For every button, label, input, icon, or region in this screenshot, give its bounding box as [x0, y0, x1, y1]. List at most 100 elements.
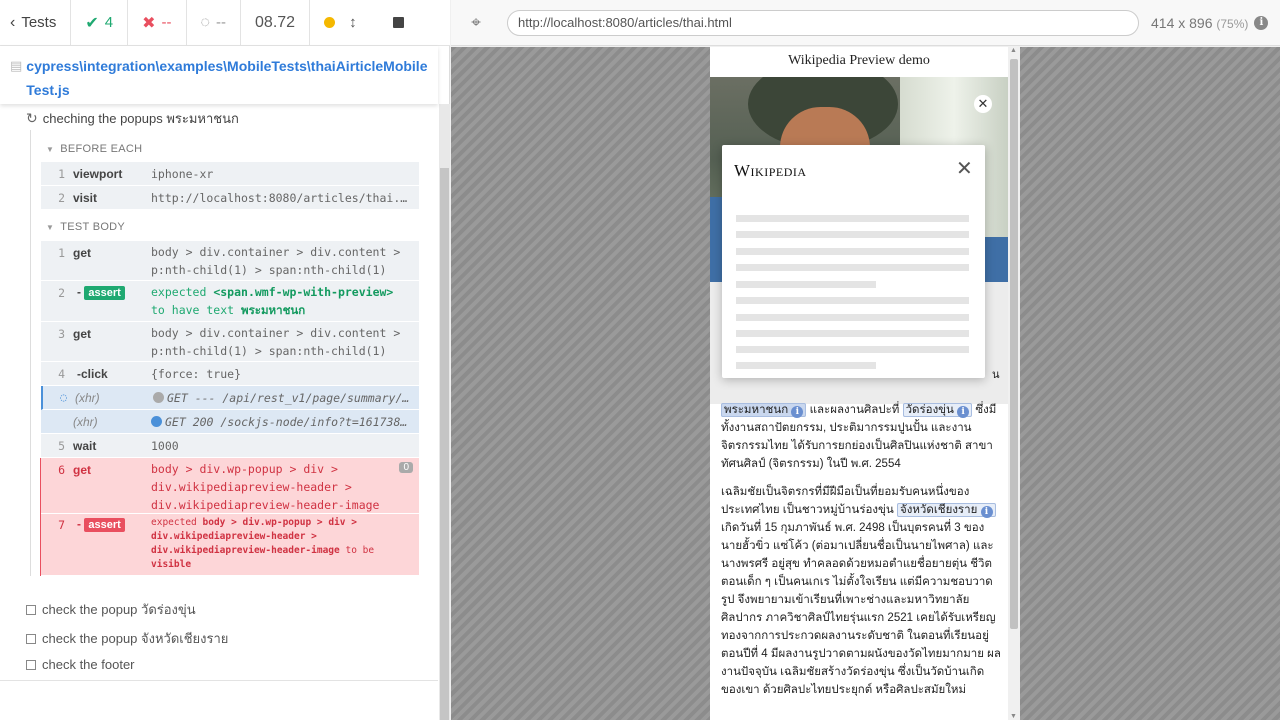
tests-back-button[interactable]: ‹ Tests [0, 0, 72, 45]
article-paragraph: พระมหาชนก i และผลงานศิลปะที่ วัดร่องขุ่น… [721, 401, 1001, 473]
refresh-icon: ↻ [26, 110, 38, 126]
command-message: expected <span.wmf-wp-with-preview> to h… [151, 283, 411, 319]
running-test-title[interactable]: ↻ cheching the popups พระมหาชนก [26, 108, 239, 129]
auto-scroll-icon[interactable]: ↕ [349, 14, 357, 31]
command-message: expected body > div.wp-popup > div > div… [151, 516, 411, 572]
command-name: - assert [77, 285, 125, 300]
pending-test-item[interactable]: check the popup จังหวัดเชียงราย [26, 628, 228, 649]
command-number: 1 [58, 167, 65, 181]
command-row[interactable]: 1 viewport iphone-xr [41, 162, 419, 186]
command-name: get [73, 246, 91, 260]
aut-scrollbar[interactable]: ▲ ▼ [1008, 47, 1020, 720]
pending-test-label: check the popup วัดร่องขุ่น [42, 602, 196, 617]
passed-value: 4 [104, 14, 114, 31]
photo-close-icon[interactable]: ✕ [974, 95, 992, 113]
assert-badge: assert [84, 286, 125, 300]
url-bar[interactable]: http://localhost:8080/articles/thai.html [507, 9, 1139, 36]
command-name: -click [77, 367, 108, 381]
duration-value: 08.72 [255, 13, 296, 31]
chevron-left-icon: ‹ [10, 13, 16, 31]
before-each-label: BEFORE EACH [60, 143, 143, 155]
command-row[interactable]: 2 visit http://localhost:8080/articles/t… [41, 186, 419, 210]
pending-test-item[interactable]: check the popup วัดร่องขุ่น [26, 599, 196, 620]
failed-count[interactable]: ✖ -- [128, 0, 187, 45]
wikipedia-preview-popup[interactable]: Wikipedia ✕ [722, 145, 985, 378]
command-message: body > div.container > div.content > p:n… [151, 326, 401, 358]
command-number: 4 [58, 367, 65, 381]
skeleton-line [736, 346, 969, 353]
command-message: body > div.wp-popup > div > div.wikipedi… [151, 462, 380, 512]
command-row[interactable]: 4 -click {force: true} [41, 362, 419, 386]
skeleton-line [736, 215, 969, 222]
command-message: body > div.container > div.content > p:n… [151, 245, 401, 277]
scroll-down-icon[interactable]: ▼ [1010, 713, 1017, 720]
passed-count[interactable]: ✔ 4 [71, 0, 129, 45]
assert-value: พระมหาชนก [241, 303, 306, 317]
xhr-row-pending[interactable]: ◌ (xhr) GET --- /api/rest_v1/page/summar… [41, 386, 419, 410]
command-number: 3 [58, 327, 65, 341]
command-row[interactable]: 1 get body > div.container > div.content… [41, 241, 419, 281]
assert-badge: assert [84, 518, 125, 532]
scroll-up-icon[interactable]: ▲ [1010, 47, 1017, 54]
command-log[interactable]: ↻ cheching the popups พระมหาชนก ▼ BEFORE… [0, 104, 438, 680]
viewport-info: 414 x 896 (75%) [1151, 15, 1248, 31]
selector-playground-icon[interactable]: ⌖ [451, 13, 501, 33]
command-number: 2 [58, 191, 65, 205]
test-body-hook[interactable]: ▼ TEST BODY [46, 221, 125, 233]
aut-header: ⌖ http://localhost:8080/articles/thai.ht… [451, 0, 1280, 46]
xhr-row[interactable]: (xhr) GET 200 /sockjs-node/info?t=161738… [41, 410, 419, 434]
scrollbar-thumb[interactable] [440, 168, 449, 720]
reporter-scrollbar[interactable] [439, 104, 450, 720]
popup-close-icon[interactable]: ✕ [956, 159, 973, 179]
command-row-failed[interactable]: 6 get body > div.wp-popup > div > div.wi… [41, 458, 419, 514]
skeleton-line [736, 248, 969, 255]
wiki-link-text: พระมหาชนก [724, 404, 789, 416]
assert-value: visible [151, 559, 192, 570]
caret-down-icon: ▼ [46, 144, 55, 154]
skeleton-line [736, 314, 969, 321]
pending-value: -- [216, 14, 227, 31]
stop-icon[interactable] [392, 17, 404, 28]
article-content: พระมหาชนก i และผลงานศิลปะที่ วัดร่องขุ่น… [721, 401, 1001, 709]
pending-test-label: check the footer [42, 657, 135, 672]
wiki-preview-link[interactable]: จังหวัดเชียงราย i [896, 503, 996, 518]
article-text-run: และผลงานศิลปะที่ [809, 404, 900, 416]
command-message: http://localhost:8080/articles/thai.html [151, 191, 411, 205]
command-name: visit [73, 191, 98, 205]
command-number: 5 [58, 439, 65, 453]
pending-test-label: check the popup จังหวัดเชียงราย [42, 631, 229, 646]
info-icon: i [957, 406, 970, 418]
wiki-preview-link[interactable]: พระมหาชนก i [721, 403, 807, 418]
command-row-assert[interactable]: 2 - assert expected <span.wmf-wp-with-pr… [41, 281, 419, 322]
spec-file-link[interactable]: cypress\integration\examples\MobileTests… [26, 54, 428, 102]
command-row[interactable]: 3 get body > div.container > div.content… [41, 322, 419, 362]
before-each-hook[interactable]: ▼ BEFORE EACH [46, 143, 142, 155]
stats-bar: ‹ Tests ✔ 4 ✖ -- ◌ -- 08.72 ↕ [0, 0, 450, 46]
reporter-panel: ‹ Tests ✔ 4 ✖ -- ◌ -- 08.72 ↕ ▤ cypress\… [0, 0, 450, 720]
pending-count[interactable]: ◌ -- [187, 0, 242, 45]
assert-expected: expected [151, 285, 207, 299]
command-row[interactable]: 5 wait 1000 [41, 434, 419, 458]
circle-notch-icon: ◌ [200, 13, 211, 31]
wiki-preview-link[interactable]: วัดร่องขุ่น i [902, 403, 973, 418]
test-tree-line [30, 130, 31, 576]
info-icon: i [980, 506, 993, 518]
element-count-badge: 0 [399, 462, 413, 473]
command-row-failed-assert[interactable]: 7 - assert expected body > div.wp-popup … [41, 514, 419, 576]
pending-checkbox-icon [26, 659, 36, 670]
page-title: Wikipedia Preview demo [788, 53, 930, 68]
scrollbar-thumb[interactable] [1010, 59, 1018, 629]
duration: 08.72 [241, 0, 311, 45]
info-icon[interactable]: i [1254, 15, 1269, 30]
run-controls: ↕ [310, 0, 418, 45]
file-icon: ▤ [10, 58, 23, 73]
assert-subject: <span.wmf-wp-with-preview> [213, 285, 394, 299]
assert-predicate: to have text [151, 303, 235, 317]
info-icon: i [791, 406, 804, 418]
app-under-test[interactable]: Wikipedia Preview demo ✕ Wikipedia ✕ น พ… [710, 47, 1020, 720]
assert-predicate: to be [345, 545, 375, 556]
check-icon: ✔ [85, 14, 99, 32]
wikipedia-logo: Wikipedia [734, 161, 807, 180]
xhr-message: GET 200 /sockjs-node/info?t=1617389452 [165, 415, 411, 429]
pending-test-item[interactable]: check the footer [26, 657, 135, 672]
